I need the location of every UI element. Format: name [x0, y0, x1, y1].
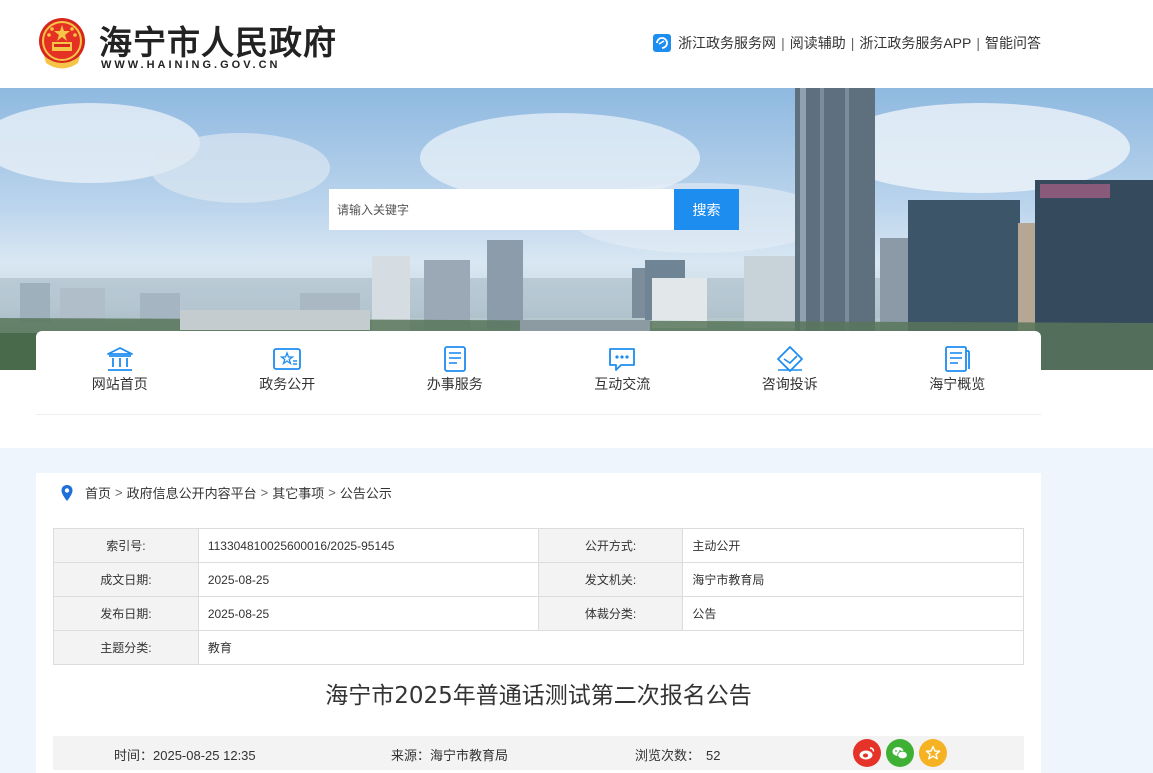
book-icon: [945, 346, 971, 372]
article-title: 海宁市2025年普通话测试第二次报名公告: [325, 683, 752, 709]
badge-icon: [273, 348, 302, 370]
article-panel: 首页 > 政府信息公开内容平台 > 其它事项 > 公告公示 索引号: 11330…: [36, 473, 1041, 773]
breadcrumb-notice[interactable]: 公告公示: [340, 483, 392, 502]
add-favorite-button[interactable]: [919, 739, 947, 767]
table-row: 索引号: 113304810025600016/2025-95145 公开方式:…: [53, 528, 1024, 563]
separator: |: [781, 35, 785, 51]
link-zhejiang-app[interactable]: 浙江政务服务APP: [859, 33, 971, 53]
search-box: 搜索: [329, 189, 739, 230]
chat-icon: [609, 348, 636, 371]
publish-time: 时间：2025-08-25 12:35: [114, 748, 256, 763]
document-icon: [443, 346, 466, 372]
nav-label: 政务公开: [259, 376, 316, 392]
breadcrumb-separator: >: [115, 485, 123, 500]
nav-label: 互动交流: [594, 376, 651, 392]
search-icon: [329, 189, 343, 203]
building-icon: [106, 347, 133, 371]
table-row: 主题分类: 教育: [53, 630, 1025, 665]
national-emblem-icon: [39, 18, 85, 69]
location-pin-icon: [61, 484, 73, 501]
search-button-label: 搜索: [692, 201, 721, 218]
view-count: 浏览次数： 52: [635, 745, 720, 764]
site-header: 海宁市人民政府 WWW.HAINING.GOV.CN 浙江政务服务网 | 阅读辅…: [0, 0, 1153, 88]
site-title[interactable]: 海宁市人民政府: [99, 16, 337, 64]
meta-key: 发布日期:: [53, 596, 199, 631]
nav-item-home[interactable]: 网站首页: [36, 331, 204, 414]
zhejiang-service-icon: [653, 34, 672, 52]
link-smart-qa[interactable]: 智能问答: [985, 33, 1041, 53]
top-links: 浙江政务服务网 | 阅读辅助 | 浙江政务服务APP | 智能问答: [653, 33, 1041, 53]
separator: |: [850, 35, 855, 51]
site-domain: WWW.HAINING.GOV.CN: [101, 59, 281, 71]
meta-value: 2025-08-25: [197, 562, 539, 597]
view-count-value: 52: [706, 748, 721, 763]
nav-label: 咨询投诉: [761, 376, 818, 392]
breadcrumb-separator: >: [260, 485, 269, 500]
envelope-icon: [776, 346, 803, 372]
breadcrumb-home[interactable]: 首页: [85, 483, 111, 502]
nav-item-consult[interactable]: 咨询投诉: [706, 331, 874, 414]
nav-item-gov-affairs[interactable]: 政务公开: [204, 331, 372, 414]
share-wechat-button[interactable]: [886, 739, 914, 767]
breadcrumb-other[interactable]: 其它事项: [272, 483, 324, 502]
breadcrumb: 首页 > 政府信息公开内容平台 > 其它事项 > 公告公示: [60, 483, 392, 502]
article-info-bar: 时间：2025-08-25 12:35 来源：海宁市教育局 浏览次数： 52: [53, 736, 1024, 770]
meta-value: 113304810025600016/2025-95145: [197, 528, 539, 563]
wechat-icon: [892, 747, 908, 760]
meta-value: 教育: [197, 630, 1025, 665]
meta-key: 体裁分类:: [537, 596, 684, 631]
nav-item-overview[interactable]: 海宁概览: [874, 331, 1042, 414]
separator: |: [976, 35, 980, 51]
search-button[interactable]: 搜索: [329, 189, 739, 230]
nav-item-interaction[interactable]: 互动交流: [539, 331, 707, 414]
nav-label: 办事服务: [426, 376, 483, 392]
view-count-label: 浏览次数：: [635, 748, 701, 763]
meta-value: 2025-08-25: [197, 596, 539, 631]
share-weibo-button[interactable]: [853, 739, 881, 767]
meta-key: 公开方式:: [537, 528, 684, 563]
table-row: 成文日期: 2025-08-25 发文机关: 海宁市教育局: [53, 562, 1024, 597]
meta-value: 主动公开: [682, 528, 1024, 563]
meta-value: 海宁市教育局: [682, 562, 1024, 597]
document-meta-table: 索引号: 113304810025600016/2025-95145 公开方式:…: [53, 528, 1025, 665]
link-zhejiang-service[interactable]: 浙江政务服务网: [678, 33, 776, 53]
search-input[interactable]: [329, 189, 674, 230]
article-source: 来源：海宁市教育局: [391, 748, 509, 763]
link-reading-assist[interactable]: 阅读辅助: [790, 33, 846, 53]
meta-key: 成文日期:: [53, 562, 199, 597]
meta-value: 公告: [682, 596, 1024, 631]
meta-key: 索引号:: [53, 528, 199, 563]
main-nav: 网站首页 政务公开 办事服务 互动交流 咨询投诉 海宁概览: [36, 331, 1041, 415]
weibo-icon: [859, 747, 875, 760]
nav-label: 海宁概览: [929, 376, 986, 392]
star-icon: [925, 745, 941, 760]
city-banner: 搜索: [0, 88, 1153, 370]
meta-key: 发文机关:: [537, 562, 684, 597]
breadcrumb-separator: >: [328, 485, 336, 500]
nav-label: 网站首页: [91, 376, 148, 392]
meta-key: 主题分类:: [53, 630, 199, 665]
table-row: 发布日期: 2025-08-25 体裁分类: 公告: [53, 596, 1024, 631]
breadcrumb-platform[interactable]: 政府信息公开内容平台: [127, 483, 257, 502]
nav-item-services[interactable]: 办事服务: [371, 331, 539, 414]
